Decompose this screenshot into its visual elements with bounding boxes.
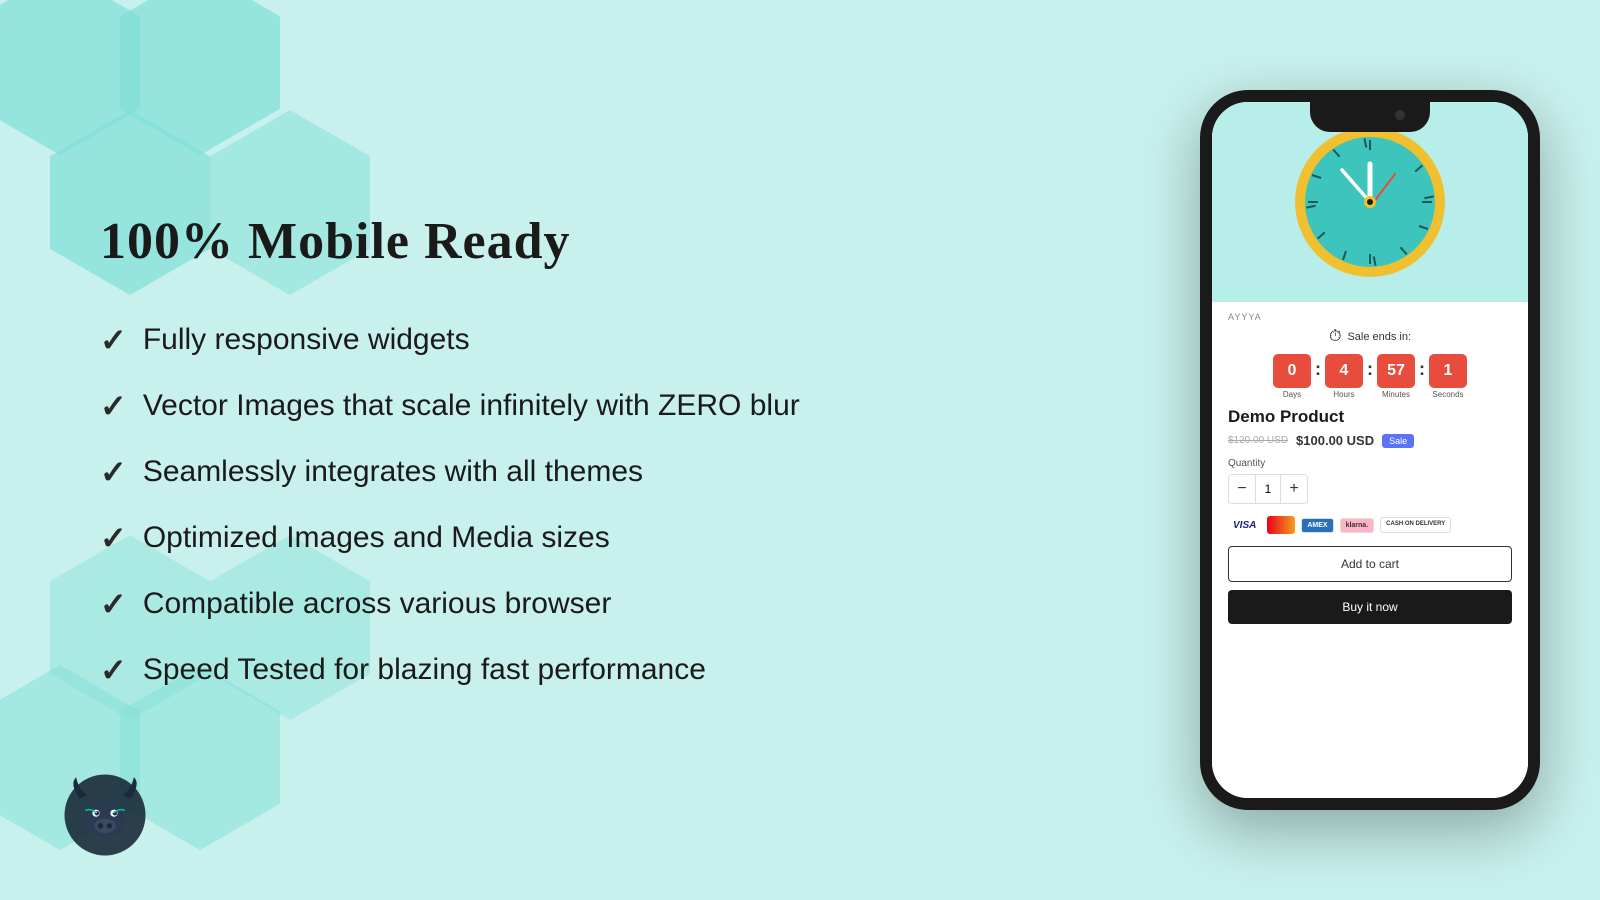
checkmark-icon: ✓ <box>100 453 127 491</box>
amex-icon: AMEX <box>1301 518 1333 533</box>
phone-camera <box>1395 110 1405 120</box>
timer-icon: ⏱ <box>1329 328 1341 346</box>
feature-text: Vector Images that scale infinitely with… <box>143 389 800 423</box>
countdown-seconds: 1 Seconds <box>1429 354 1467 399</box>
list-item: ✓ Fully responsive widgets <box>100 321 1120 359</box>
minutes-label: Minutes <box>1382 390 1410 399</box>
checkmark-icon: ✓ <box>100 387 127 425</box>
list-item: ✓ Speed Tested for blazing fast performa… <box>100 651 1120 689</box>
phone-vol-down-button <box>1200 317 1203 367</box>
days-value: 0 <box>1273 354 1311 388</box>
klarna-icon: klarna. <box>1340 518 1375 533</box>
sale-header: ⏱ Sale ends in: <box>1228 328 1512 346</box>
payment-icons: VISA AMEX klarna. CASH ON DELIVERY <box>1228 516 1512 534</box>
quantity-increase-button[interactable]: + <box>1281 475 1307 503</box>
days-label: Days <box>1283 390 1301 399</box>
hours-label: Hours <box>1333 390 1354 399</box>
countdown-timer: 0 Days : 4 Hours : 57 Minutes <box>1228 354 1512 399</box>
hours-value: 4 <box>1325 354 1363 388</box>
right-content: AYYYA ⏱ Sale ends in: 0 Days : <box>1180 0 1600 900</box>
seconds-label: Seconds <box>1432 390 1463 399</box>
checkmark-icon: ✓ <box>100 321 127 359</box>
phone-screen: AYYYA ⏱ Sale ends in: 0 Days : <box>1212 102 1528 798</box>
main-layout: 100% Mobile Ready ✓ Fully responsive wid… <box>0 0 1600 900</box>
phone-mockup: AYYYA ⏱ Sale ends in: 0 Days : <box>1200 90 1540 810</box>
quantity-control: − 1 + <box>1228 474 1308 504</box>
feature-text: Seamlessly integrates with all themes <box>143 455 643 489</box>
minutes-value: 57 <box>1377 354 1415 388</box>
original-price: $120.00 USD <box>1228 435 1288 446</box>
sale-badge: Sale <box>1382 434 1414 448</box>
countdown-minutes: 57 Minutes <box>1377 354 1415 399</box>
product-title: Demo Product <box>1228 407 1512 427</box>
countdown-separator: : <box>1367 359 1373 380</box>
page-title: 100% Mobile Ready <box>100 212 1120 271</box>
countdown-separator: : <box>1315 359 1321 380</box>
feature-text: Speed Tested for blazing fast performanc… <box>143 653 706 687</box>
list-item: ✓ Seamlessly integrates with all themes <box>100 453 1120 491</box>
product-area: AYYYA ⏱ Sale ends in: 0 Days : <box>1212 302 1528 798</box>
sale-price: $100.00 USD <box>1296 433 1374 448</box>
brand-logo <box>60 770 150 860</box>
visa-icon: VISA <box>1228 517 1261 534</box>
sale-header-text: Sale ends in: <box>1347 331 1411 343</box>
countdown-hours: 4 Hours <box>1325 354 1363 399</box>
phone-mute-button <box>1200 202 1203 237</box>
add-to-cart-button[interactable]: Add to cart <box>1228 546 1512 582</box>
features-list: ✓ Fully responsive widgets ✓ Vector Imag… <box>100 321 1120 689</box>
phone-notch <box>1310 102 1430 132</box>
list-item: ✓ Optimized Images and Media sizes <box>100 519 1120 557</box>
checkmark-icon: ✓ <box>100 585 127 623</box>
list-item: ✓ Compatible across various browser <box>100 585 1120 623</box>
seconds-value: 1 <box>1429 354 1467 388</box>
left-content: 100% Mobile Ready ✓ Fully responsive wid… <box>0 0 1180 900</box>
quantity-decrease-button[interactable]: − <box>1229 475 1255 503</box>
price-row: $120.00 USD $100.00 USD Sale <box>1228 433 1512 448</box>
feature-text: Compatible across various browser <box>143 587 612 621</box>
mastercard-icon <box>1267 516 1295 534</box>
feature-text: Optimized Images and Media sizes <box>143 521 610 555</box>
phone-vol-up-button <box>1200 252 1203 302</box>
clock-area <box>1212 102 1528 302</box>
feature-text: Fully responsive widgets <box>143 323 470 357</box>
phone-power-button <box>1537 222 1540 282</box>
cod-icon: CASH ON DELIVERY <box>1380 517 1451 532</box>
buy-now-button[interactable]: Buy it now <box>1228 590 1512 624</box>
brand-name: AYYYA <box>1228 312 1512 322</box>
countdown-days: 0 Days <box>1273 354 1311 399</box>
quantity-value: 1 <box>1255 475 1281 503</box>
clock-illustration <box>1290 122 1450 282</box>
quantity-label: Quantity <box>1228 458 1512 469</box>
countdown-separator: : <box>1419 359 1425 380</box>
list-item: ✓ Vector Images that scale infinitely wi… <box>100 387 1120 425</box>
checkmark-icon: ✓ <box>100 651 127 689</box>
checkmark-icon: ✓ <box>100 519 127 557</box>
